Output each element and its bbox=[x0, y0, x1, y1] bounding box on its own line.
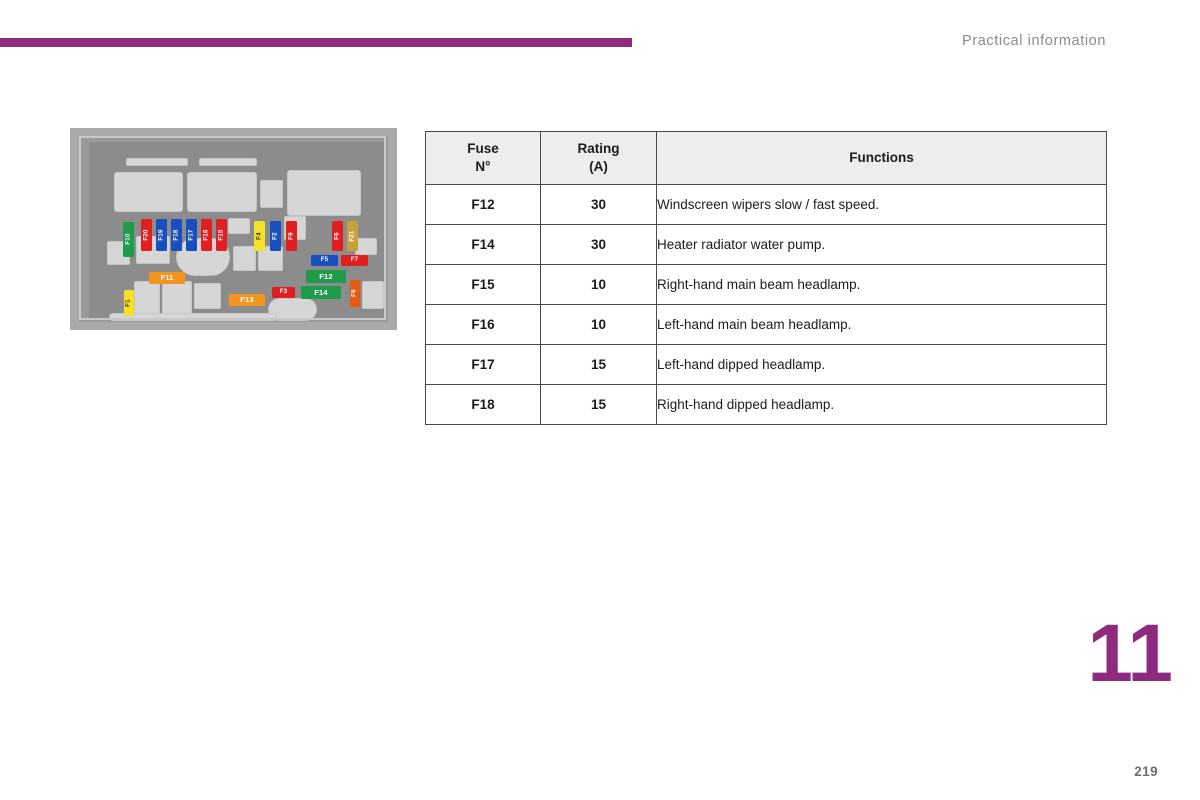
column-header-fuse-line2: N° bbox=[475, 159, 491, 174]
fuse-table: Fuse N° Rating (A) Functions F12 30 Windsc… bbox=[425, 131, 1107, 425]
fuse-chip-f19: F19 bbox=[156, 219, 167, 251]
column-header-fuse-number: Fuse N° bbox=[425, 131, 541, 185]
cell-rating: 15 bbox=[540, 344, 657, 385]
fusebox-relay-block bbox=[194, 283, 221, 309]
fusebox-relay-block bbox=[362, 281, 384, 309]
fusebox-relay-block bbox=[287, 170, 361, 216]
fusebox-relay-block bbox=[126, 158, 188, 166]
fuse-chip-label: F21 bbox=[348, 230, 356, 242]
fuse-chip-f3: F3 bbox=[272, 287, 295, 298]
fusebox-relay-block bbox=[187, 172, 257, 212]
fuse-chip-f11: F11 bbox=[149, 272, 185, 284]
cell-rating: 10 bbox=[540, 264, 657, 305]
cell-function: Right-hand main beam headlamp. bbox=[656, 264, 1107, 305]
fusebox-relay-block bbox=[114, 172, 183, 212]
table-row: F15 10 Right-hand main beam headlamp. bbox=[425, 264, 1107, 305]
table-header-row: Fuse N° Rating (A) Functions bbox=[425, 131, 1107, 185]
cell-fuse-number: F15 bbox=[425, 264, 541, 305]
cell-fuse-number: F14 bbox=[425, 224, 541, 265]
column-header-fuse-line1: Fuse bbox=[467, 140, 499, 156]
fusebox-relay-block bbox=[260, 180, 283, 208]
cell-function: Left-hand main beam headlamp. bbox=[656, 304, 1107, 345]
page-number: 219 bbox=[1134, 764, 1158, 779]
fusebox-board: F10 F20 F19 F18 F17 F16 F15 F4 F2 F9 F6 F21 F5 F7 F12 F… bbox=[89, 142, 385, 321]
column-header-rating: Rating (A) bbox=[540, 131, 657, 185]
fuse-chip-label: F18 bbox=[172, 229, 180, 241]
fuse-chip-f20: F20 bbox=[141, 219, 152, 251]
fuse-chip-f14: F14 bbox=[301, 286, 341, 299]
page-header-title: Practical information bbox=[962, 33, 1106, 49]
fusebox-relay-block bbox=[233, 246, 256, 271]
cell-fuse-number: F16 bbox=[425, 304, 541, 345]
table-row: F18 15 Right-hand dipped headlamp. bbox=[425, 384, 1107, 425]
cell-fuse-number: F18 bbox=[425, 384, 541, 425]
cell-function: Windscreen wipers slow / fast speed. bbox=[656, 184, 1107, 225]
column-header-rating-line2: (A) bbox=[589, 159, 608, 174]
fuse-chip-f1: F1 bbox=[124, 290, 134, 316]
cell-function: Left-hand dipped headlamp. bbox=[656, 344, 1107, 385]
fuse-chip-f8: F8 bbox=[350, 280, 360, 307]
fuse-chip-label: F10 bbox=[124, 234, 132, 245]
fuse-chip-f9: F9 bbox=[286, 221, 297, 251]
cell-function: Heater radiator water pump. bbox=[656, 224, 1107, 265]
fuse-chip-label: F4 bbox=[255, 232, 263, 240]
fuse-chip-label: F5 bbox=[320, 256, 329, 264]
cell-rating: 15 bbox=[540, 384, 657, 425]
fuse-chip-f4: F4 bbox=[254, 221, 265, 251]
cell-fuse-number: F12 bbox=[425, 184, 541, 225]
fuse-chip-label: F15 bbox=[217, 229, 225, 241]
fuse-chip-label: F1 bbox=[124, 299, 132, 307]
fuse-chip-label: F6 bbox=[333, 232, 341, 240]
fuse-chip-f2: F2 bbox=[270, 221, 281, 251]
fuse-chip-f6: F6 bbox=[332, 221, 343, 251]
fusebox-relay-block bbox=[355, 238, 377, 255]
fuse-chip-f7: F7 bbox=[341, 255, 368, 266]
column-header-functions: Functions bbox=[656, 131, 1107, 185]
cell-function: Right-hand dipped headlamp. bbox=[656, 384, 1107, 425]
header-accent-bar bbox=[0, 38, 632, 47]
fusebox-diagram: F10 F20 F19 F18 F17 F16 F15 F4 F2 F9 F6 F21 F5 F7 F12 F… bbox=[70, 128, 397, 330]
table-row: F14 30 Heater radiator water pump. bbox=[425, 224, 1107, 265]
fuse-chip-label: F17 bbox=[187, 229, 195, 241]
fuse-chip-f21: F21 bbox=[347, 221, 358, 251]
table-row: F17 15 Left-hand dipped headlamp. bbox=[425, 344, 1107, 385]
fuse-chip-label: F9 bbox=[287, 232, 295, 240]
fuse-chip-f12: F12 bbox=[306, 270, 346, 283]
fuse-chip-f5: F5 bbox=[311, 255, 338, 266]
fuse-chip-label: F16 bbox=[202, 229, 210, 241]
fuse-chip-label: F2 bbox=[271, 232, 279, 240]
fuse-chip-f18: F18 bbox=[171, 219, 182, 251]
cell-rating: 10 bbox=[540, 304, 657, 345]
cell-fuse-number: F17 bbox=[425, 344, 541, 385]
fuse-chip-label: F11 bbox=[160, 273, 174, 283]
fusebox-relay-block bbox=[199, 158, 257, 166]
fusebox-relay-block bbox=[228, 218, 250, 234]
fuse-chip-f16: F16 bbox=[201, 219, 212, 251]
fuse-chip-f10: F10 bbox=[123, 222, 134, 257]
column-header-rating-line1: Rating bbox=[577, 140, 620, 156]
fuse-chip-label: F19 bbox=[157, 229, 165, 241]
table-row: F16 10 Left-hand main beam headlamp. bbox=[425, 304, 1107, 345]
chapter-number: 11 bbox=[1087, 608, 1173, 699]
fuse-chip-f15: F15 bbox=[216, 219, 227, 251]
fuse-chip-label: F20 bbox=[142, 229, 150, 241]
fuse-chip-label: F14 bbox=[314, 287, 328, 297]
cell-rating: 30 bbox=[540, 184, 657, 225]
fuse-chip-f13: F13 bbox=[229, 294, 265, 306]
fuse-chip-label: F13 bbox=[240, 295, 254, 305]
fuse-chip-label: F7 bbox=[350, 256, 359, 264]
fusebox-relay-block bbox=[109, 313, 277, 321]
fuse-chip-label: F3 bbox=[279, 288, 288, 296]
fuse-chip-label: F8 bbox=[350, 289, 358, 298]
table-row: F12 30 Windscreen wipers slow / fast speed… bbox=[425, 184, 1107, 225]
fusebox-relay-block bbox=[134, 281, 160, 314]
fusebox-relay-block bbox=[162, 281, 192, 314]
fuse-chip-f17: F17 bbox=[186, 219, 197, 251]
cell-rating: 30 bbox=[540, 224, 657, 265]
fuse-chip-label: F12 bbox=[319, 271, 333, 281]
